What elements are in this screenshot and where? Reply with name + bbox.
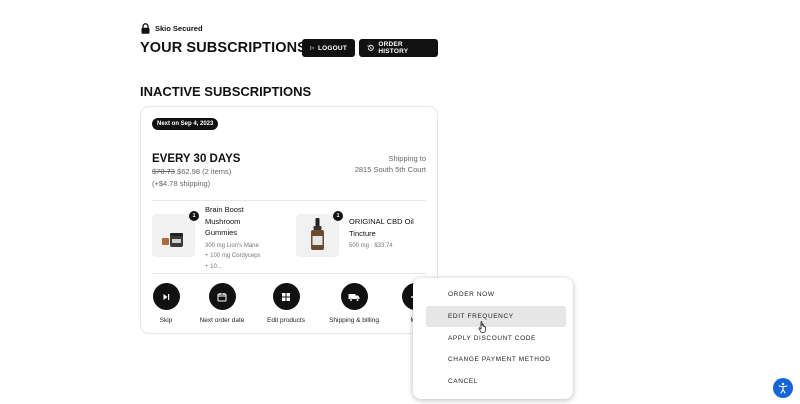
shipping-to-label: Shipping to: [388, 154, 426, 163]
product-item: 1 Brain Boost Mushroom Gummies 300 mg Li…: [152, 204, 263, 272]
logout-label: LOGOUT: [317, 44, 347, 52]
product-name: Brain Boost Mushroom Gummies: [205, 205, 244, 237]
divider: [152, 273, 426, 274]
shipping-billing-label: Shipping & billing: [329, 317, 379, 324]
history-icon: [367, 44, 374, 51]
shipping-billing-action[interactable]: Shipping & billing: [319, 283, 389, 324]
divider: [152, 200, 426, 201]
next-date-badge: Next on Sep 4, 2023: [152, 118, 219, 130]
shipping-to: Shipping to 2815 South 5th Court: [355, 153, 426, 175]
shipping-billing-button[interactable]: [340, 283, 368, 310]
quantity-badge: 1: [333, 211, 343, 221]
lock-icon: [141, 23, 150, 34]
subscription-card: Next on Sep 4, 2023 EVERY 30 DAYS $78.73…: [140, 106, 438, 334]
next-order-date-label: Next order date: [199, 317, 245, 324]
order-history-button[interactable]: ORDER HISTORY: [359, 39, 438, 57]
order-history-label: ORDER HISTORY: [378, 41, 409, 55]
menu-item-apply-discount-code[interactable]: APPLY DISCOUNT CODE: [426, 328, 566, 349]
secured-label: Skio Secured: [155, 24, 203, 33]
price-line: $78.73 $62.98 (2 items): [152, 167, 231, 176]
skip-label: Skip: [159, 317, 173, 324]
edit-products-label: Edit products: [267, 317, 305, 324]
product-image: 1: [152, 211, 199, 257]
product-image: 1: [296, 211, 343, 257]
truck-icon: [348, 293, 360, 301]
menu-item-change-payment-method[interactable]: CHANGE PAYMENT METHOD: [426, 349, 566, 370]
frequency-title: EVERY 30 DAYS: [152, 153, 241, 165]
accessibility-icon: [778, 382, 788, 394]
skip-button[interactable]: [152, 283, 180, 310]
logout-button[interactable]: LOGOUT: [302, 39, 355, 57]
calendar-icon: [217, 292, 227, 301]
section-title: INACTIVE SUBSCRIPTIONS: [140, 84, 312, 99]
gummies-jar-image: [162, 233, 183, 247]
quantity-badge: 1: [189, 211, 199, 221]
shipping-address: 2815 South 5th Court: [354, 165, 426, 174]
menu-item-order-now[interactable]: ORDER NOW: [426, 284, 566, 305]
product-name: ORIGINAL CBD Oil Tincture: [349, 217, 414, 238]
skio-secured: Skio Secured: [141, 23, 203, 34]
current-price: $62.98: [177, 167, 200, 176]
product-description: 300 mg Lion's Mane + 100 mg Cordyceps + …: [205, 242, 261, 270]
page-title: YOUR SUBSCRIPTIONS: [140, 40, 307, 56]
edit-products-action[interactable]: Edit products: [251, 283, 321, 324]
next-order-date-button[interactable]: [208, 283, 236, 310]
product-item: 1 ORIGINAL CBD Oil Tincture 500 mg · $33…: [296, 204, 421, 257]
menu-item-cancel[interactable]: CANCEL: [426, 371, 566, 392]
accessibility-button[interactable]: [773, 378, 793, 398]
hand-cursor-icon: [478, 321, 486, 333]
tincture-bottle-image: [311, 218, 324, 250]
more-options-menu: ORDER NOW EDIT FREQUENCY APPLY DISCOUNT …: [413, 278, 573, 399]
edit-products-button[interactable]: [272, 283, 300, 310]
item-count: (2 items): [202, 167, 232, 176]
shipping-cost: (+$4.78 shipping): [152, 179, 211, 188]
grid-icon: [282, 292, 290, 301]
skip-icon: [163, 293, 170, 300]
next-order-date-action[interactable]: Next order date: [187, 283, 257, 324]
logout-icon: [310, 46, 314, 50]
original-price: $78.73: [152, 167, 175, 176]
menu-item-edit-frequency[interactable]: EDIT FREQUENCY: [426, 306, 566, 327]
product-description: 500 mg · $33.74: [349, 243, 393, 249]
